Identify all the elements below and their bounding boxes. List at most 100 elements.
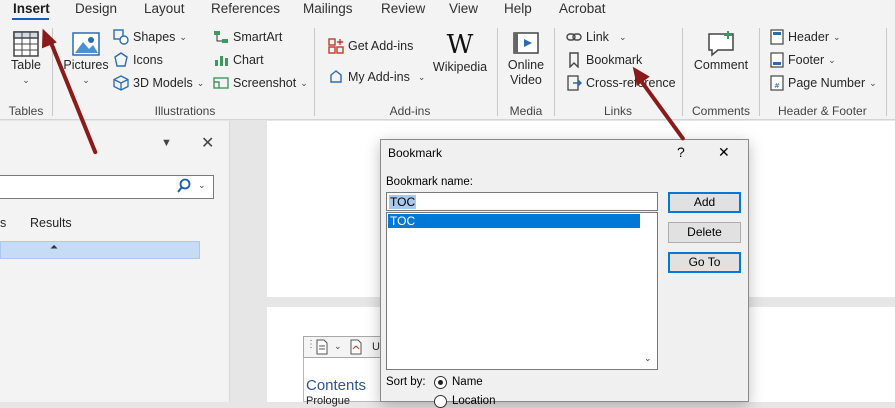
icons-label: Icons (133, 53, 163, 67)
close-pane-icon[interactable]: ✕ (201, 133, 214, 153)
tab-review[interactable]: Review (381, 1, 425, 16)
chevron-down-icon: ⌄ (828, 54, 836, 65)
my-addins-icon (330, 70, 342, 83)
header-icon (770, 29, 784, 45)
chevron-down-icon: ⌄ (22, 75, 30, 85)
search-input[interactable]: ⌄ (0, 175, 214, 199)
toc-toolbar: ⋮ ⌄ U (303, 336, 385, 358)
chevron-down-icon[interactable]: ⌄ (198, 180, 206, 191)
tab-headings-fragment[interactable]: s (0, 216, 6, 230)
group-separator (554, 28, 555, 116)
ribbon: Table ⌄ Tables Pictures ⌄ Shapes ⌄ Icons … (0, 20, 895, 120)
chevron-down-icon: ⌄ (300, 77, 308, 88)
bookmark-name-input[interactable]: TOC (386, 192, 658, 211)
online-video-button[interactable]: Online Video (502, 30, 550, 88)
header-button[interactable]: Header ⌄ (770, 29, 841, 45)
delete-button[interactable]: Delete (668, 222, 741, 243)
smartart-label: SmartArt (233, 30, 283, 44)
bookmark-name-value: TOC (389, 195, 417, 209)
dialog-title: Bookmark (388, 146, 443, 160)
get-addins-button[interactable]: Get Add-ins (328, 38, 413, 54)
header-label: Header (788, 30, 829, 44)
tab-mailings[interactable]: Mailings (303, 1, 353, 16)
screenshot-button[interactable]: Screenshot ⌄ (213, 75, 308, 91)
chevron-down-icon: ⌄ (417, 71, 426, 82)
screenshot-icon (213, 77, 229, 89)
bookmark-dialog: Bookmark ? ✕ Bookmark name: TOC TOC ⌄ Ad… (380, 139, 749, 408)
tab-insert[interactable]: Insert (13, 1, 50, 16)
drag-handle-icon[interactable]: ⋮ (306, 339, 316, 350)
toc-heading: Contents (306, 377, 367, 394)
close-dialog-button[interactable]: ✕ (718, 144, 730, 161)
my-addins-button[interactable]: My Add-ins ⌄ (328, 69, 425, 85)
wikipedia-label: Wikipedia (432, 60, 488, 74)
list-item[interactable]: TOC (388, 214, 640, 228)
shapes-button[interactable]: Shapes ⌄ (113, 29, 187, 45)
group-separator (759, 28, 760, 116)
bookmark-icon (569, 52, 579, 68)
table-label: Table (11, 58, 41, 72)
group-separator (314, 28, 315, 116)
chart-icon (215, 56, 228, 66)
tab-help[interactable]: Help (504, 1, 532, 16)
group-label-comments: Comments (691, 104, 750, 118)
group-label-addins: Add-ins (389, 104, 431, 118)
chevron-down-icon[interactable]: ⌄ (334, 341, 342, 352)
comment-label: Comment (693, 58, 749, 72)
online-video-label-1: Online (507, 58, 545, 72)
3d-models-label: 3D Models (133, 76, 193, 90)
results-collapse-bar[interactable]: ⏶ (0, 241, 200, 259)
document-icon[interactable] (316, 339, 328, 358)
wikipedia-button[interactable]: W Wikipedia (430, 30, 490, 75)
cube-icon (113, 75, 129, 91)
footer-icon (770, 52, 784, 68)
group-separator (497, 28, 498, 116)
bookmark-name-label: Bookmark name: (386, 176, 473, 188)
update-table-label[interactable]: U (372, 341, 380, 353)
group-separator (682, 28, 683, 116)
page-number-label: Page Number (788, 76, 866, 90)
pictures-icon (72, 32, 100, 56)
scroll-down-icon[interactable]: ⌄ (644, 353, 652, 364)
my-addins-label: My Add-ins (348, 70, 410, 84)
chevron-down-icon: ⌄ (833, 31, 841, 42)
add-button[interactable]: Add (668, 192, 741, 213)
page-number-button[interactable]: # Page Number ⌄ (770, 75, 877, 91)
group-label-header-footer: Header & Footer (778, 104, 867, 118)
chart-button[interactable]: Chart (213, 52, 264, 68)
group-label-tables: Tables (8, 104, 44, 118)
smartart-button[interactable]: SmartArt (213, 29, 282, 45)
update-table-icon[interactable] (350, 339, 362, 358)
screenshot-label: Screenshot (233, 76, 297, 90)
tab-acrobat[interactable]: Acrobat (559, 1, 606, 16)
goto-button[interactable]: Go To (668, 252, 741, 273)
pane-options-chevron-icon[interactable]: ▼ (161, 137, 172, 149)
shapes-icon (113, 29, 129, 45)
toc-first-line: Prologue (306, 395, 351, 407)
search-icon[interactable] (177, 178, 191, 197)
group-label-links: Links (603, 104, 632, 118)
cross-reference-icon (567, 75, 582, 91)
icons-button[interactable]: Icons (113, 52, 163, 68)
chevron-down-icon: ⌄ (179, 31, 187, 42)
link-button[interactable]: Link ⌄ (566, 29, 626, 45)
bookmark-list[interactable]: TOC ⌄ (386, 212, 658, 370)
footer-button[interactable]: Footer ⌄ (770, 52, 836, 68)
pictures-label: Pictures (63, 58, 109, 72)
3d-models-button[interactable]: 3D Models ⌄ (113, 75, 204, 91)
tab-view[interactable]: View (449, 1, 478, 16)
wikipedia-icon: W (446, 30, 474, 60)
tab-results[interactable]: Results (30, 216, 72, 230)
bookmark-button[interactable]: Bookmark (566, 52, 642, 68)
ribbon-tab-bar: Insert Design Layout References Mailings… (0, 0, 895, 20)
cross-reference-button[interactable]: Cross-reference (566, 75, 676, 91)
sort-name-radio[interactable] (434, 376, 447, 389)
tab-references[interactable]: References (211, 1, 280, 16)
get-addins-label: Get Add-ins (348, 39, 414, 53)
comment-button[interactable]: Comment (690, 30, 752, 73)
collapse-icon: ⏶ (50, 242, 58, 253)
sort-location-label: Location (452, 395, 496, 407)
tab-layout[interactable]: Layout (144, 1, 185, 16)
tab-design[interactable]: Design (75, 1, 117, 16)
help-button[interactable]: ? (677, 144, 685, 160)
